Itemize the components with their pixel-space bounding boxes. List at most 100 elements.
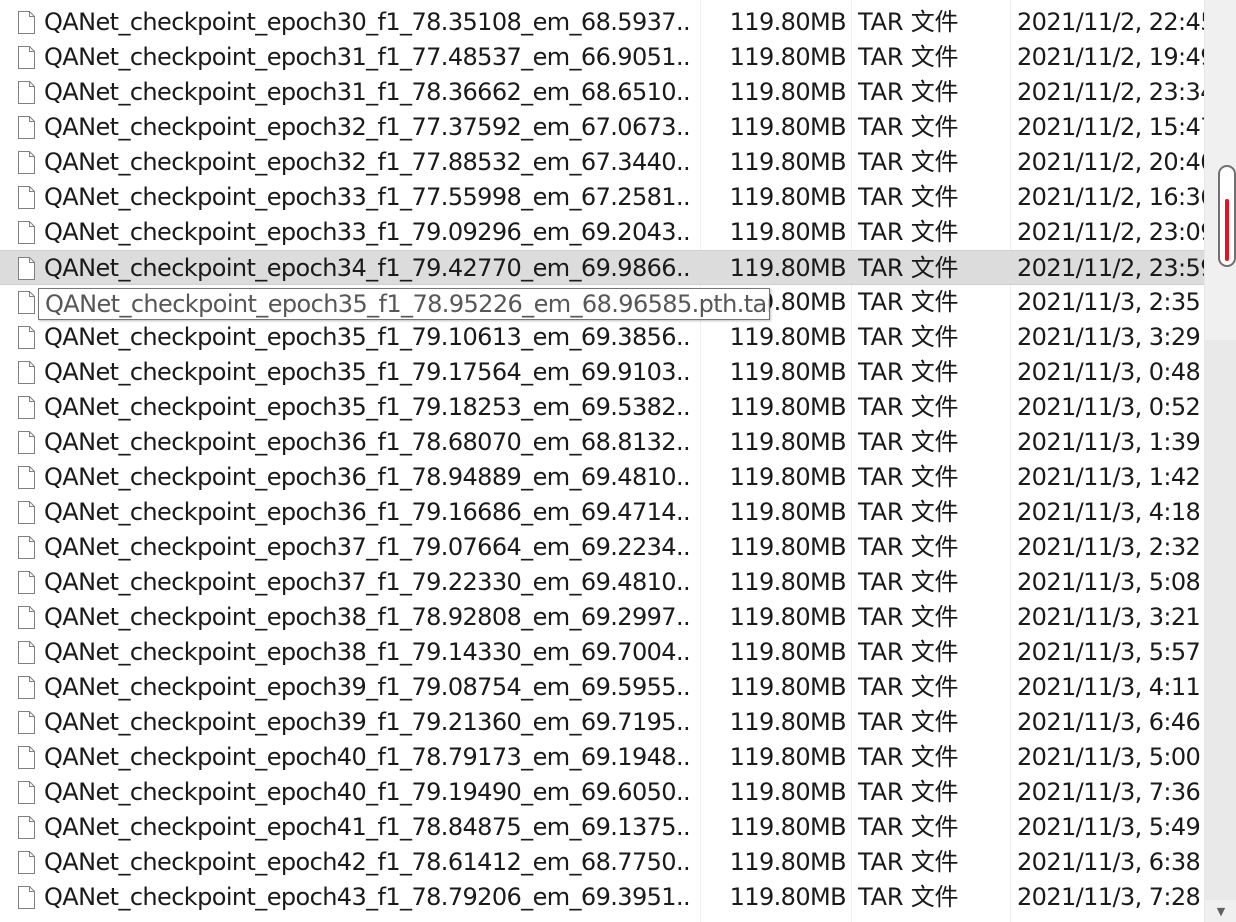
file-date-modified: 2021/11/2, 23:09 [1017,218,1204,246]
file-size: 119.80MB [729,78,846,106]
file-type: TAR 文件 [858,848,959,876]
file-row[interactable]: QANet_checkpoint_epoch40_f1_78.79173_em_… [0,740,1204,775]
file-name: QANet_checkpoint_epoch35_f1_79.17564_em_… [44,358,692,386]
file-size: 119.80MB [729,43,846,71]
file-name: QANet_checkpoint_epoch37_f1_79.07664_em_… [44,533,692,561]
file-size: 119.80MB [729,148,846,176]
file-name: QANet_checkpoint_epoch38_f1_79.14330_em_… [44,638,692,666]
file-name: QANet_checkpoint_epoch39_f1_79.21360_em_… [44,708,692,736]
file-date-modified: 2021/11/3, 6:38 [1017,848,1201,876]
file-size: 119.80MB [729,708,846,736]
file-row[interactable]: QANet_checkpoint_epoch43_f1_78.79206_em_… [0,880,1204,915]
file-size: 119.80MB [729,463,846,491]
generic-file-icon [15,215,37,250]
file-row[interactable]: QANet_checkpoint_epoch41_f1_78.84875_em_… [0,810,1204,845]
scrollbar-thumb-accent [1225,199,1229,261]
file-row[interactable]: QANet_checkpoint_epoch35_f1_79.10613_em_… [0,320,1204,355]
file-row[interactable]: QANet_checkpoint_epoch36_f1_78.68070_em_… [0,425,1204,460]
file-size: 119.80MB [729,8,846,36]
file-name: QANet_checkpoint_epoch36_f1_79.16686_em_… [44,498,692,526]
file-row[interactable]: QANet_checkpoint_epoch40_f1_79.19490_em_… [0,775,1204,810]
file-name: QANet_checkpoint_epoch43_f1_78.79206_em_… [44,883,692,911]
file-name: QANet_checkpoint_epoch39_f1_79.08754_em_… [44,673,692,701]
file-date-modified: 2021/11/3, 3:21 [1017,603,1201,631]
file-type: TAR 文件 [858,218,959,246]
generic-file-icon [15,180,37,215]
file-name: QANet_checkpoint_epoch41_f1_78.84875_em_… [44,813,692,841]
generic-file-icon [15,635,37,670]
file-row[interactable]: QANet_checkpoint_epoch39_f1_79.21360_em_… [0,705,1204,740]
file-size: 119.80MB [729,568,846,596]
file-size: 119.80MB [729,813,846,841]
file-row[interactable]: QANet_checkpoint_epoch33_f1_79.09296_em_… [0,215,1204,250]
file-row[interactable]: QANet_checkpoint_epoch37_f1_79.22330_em_… [0,565,1204,600]
generic-file-icon [15,670,37,705]
file-row[interactable]: QANet_checkpoint_epoch31_f1_78.36662_em_… [0,75,1204,110]
file-date-modified: 2021/11/3, 3:29 [1017,323,1201,351]
file-name: QANet_checkpoint_epoch30_f1_78.35108_em_… [44,8,692,36]
file-size: 119.80MB [729,254,846,282]
file-row[interactable]: QANet_checkpoint_epoch34_f1_79.42770_em_… [0,250,1204,285]
file-type: TAR 文件 [858,393,959,421]
file-row[interactable]: QANet_checkpoint_epoch42_f1_78.61412_em_… [0,845,1204,880]
file-name: QANet_checkpoint_epoch40_f1_78.79173_em_… [44,743,692,771]
file-row[interactable]: QANet_checkpoint_epoch39_f1_79.08754_em_… [0,670,1204,705]
file-size: 119.80MB [729,533,846,561]
generic-file-icon [15,110,37,145]
file-date-modified: 2021/11/2, 23:34 [1017,78,1204,106]
file-row[interactable]: QANet_checkpoint_epoch31_f1_77.48537_em_… [0,40,1204,75]
vertical-scrollbar[interactable]: ▼ [1204,0,1236,922]
scrollbar-thumb[interactable] [1218,165,1236,267]
generic-file-icon [15,775,37,810]
file-row[interactable]: QANet_checkpoint_epoch32_f1_77.88532_em_… [0,145,1204,180]
file-name: QANet_checkpoint_epoch35_f1_79.10613_em_… [44,323,692,351]
file-row[interactable]: QANet_checkpoint_epoch32_f1_77.37592_em_… [0,110,1204,145]
file-size: 119.80MB [729,883,846,911]
generic-file-icon [15,251,37,286]
file-row[interactable]: QANet_checkpoint_epoch36_f1_79.16686_em_… [0,495,1204,530]
file-date-modified: 2021/11/3, 2:35 [1017,288,1201,316]
file-name: QANet_checkpoint_epoch42_f1_78.61412_em_… [44,848,692,876]
file-date-modified: 2021/11/2, 15:47 [1017,113,1204,141]
file-row[interactable]: QANet_checkpoint_epoch36_f1_78.94889_em_… [0,460,1204,495]
file-list[interactable]: QANet_checkpoint_epoch30_f1_78.35108_em_… [0,0,1204,922]
file-size: 119.80MB [729,218,846,246]
generic-file-icon [15,600,37,635]
file-row[interactable]: QANet_checkpoint_epoch30_f1_78.35108_em_… [0,5,1204,40]
file-type: TAR 文件 [858,463,959,491]
file-type: TAR 文件 [858,323,959,351]
generic-file-icon [15,355,37,390]
generic-file-icon [15,75,37,110]
generic-file-icon [15,320,37,355]
file-type: TAR 文件 [858,813,959,841]
file-type: TAR 文件 [858,568,959,596]
file-name: QANet_checkpoint_epoch36_f1_78.94889_em_… [44,463,692,491]
file-type: TAR 文件 [858,148,959,176]
file-type: TAR 文件 [858,8,959,36]
file-row[interactable]: QANet_checkpoint_epoch35_f1_79.18253_em_… [0,390,1204,425]
file-date-modified: 2021/11/3, 5:00 [1017,743,1201,771]
file-name: QANet_checkpoint_epoch34_f1_79.42770_em_… [44,254,692,282]
generic-file-icon [15,810,37,845]
file-type: TAR 文件 [858,254,959,282]
file-type: TAR 文件 [858,498,959,526]
generic-file-icon [15,390,37,425]
file-size: 119.80MB [729,393,846,421]
file-row[interactable]: QANet_checkpoint_epoch38_f1_79.14330_em_… [0,635,1204,670]
file-date-modified: 2021/11/2, 16:36 [1017,183,1204,211]
chevron-down-icon[interactable]: ▼ [1213,906,1229,918]
file-date-modified: 2021/11/3, 5:57 [1017,638,1201,666]
file-type: TAR 文件 [858,883,959,911]
file-type: TAR 文件 [858,288,959,316]
file-row[interactable]: QANet_checkpoint_epoch35_f1_79.17564_em_… [0,355,1204,390]
file-row[interactable]: QANet_checkpoint_epoch33_f1_77.55998_em_… [0,180,1204,215]
file-row[interactable]: QANet_checkpoint_epoch38_f1_78.92808_em_… [0,600,1204,635]
file-name: QANet_checkpoint_epoch40_f1_79.19490_em_… [44,778,692,806]
scrollbar-track[interactable] [1205,340,1236,900]
file-row[interactable]: QANet_checkpoint_epoch37_f1_79.07664_em_… [0,530,1204,565]
file-type: TAR 文件 [858,708,959,736]
file-date-modified: 2021/11/3, 7:28 [1017,883,1201,911]
file-name: QANet_checkpoint_epoch33_f1_77.55998_em_… [44,183,692,211]
file-size: 119.80MB [729,638,846,666]
file-date-modified: 2021/11/3, 4:18 [1017,498,1201,526]
